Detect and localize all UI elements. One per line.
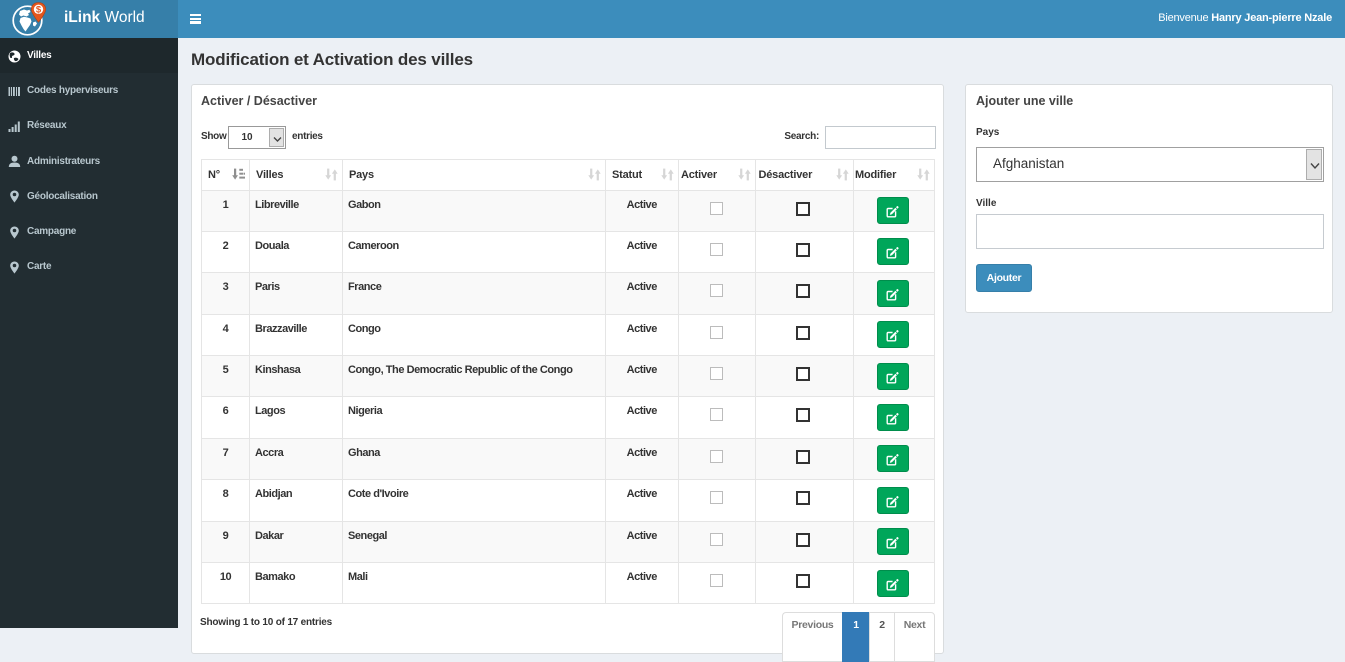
svg-text:$: $ — [36, 5, 42, 16]
